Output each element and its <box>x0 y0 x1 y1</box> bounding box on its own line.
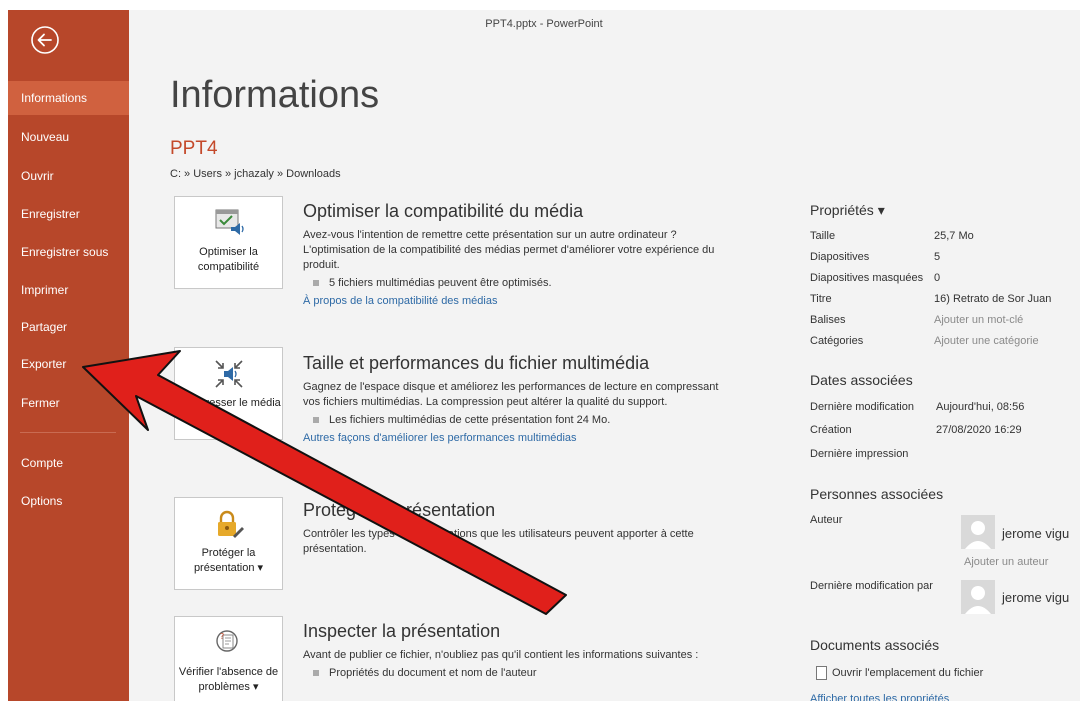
section-bullet: 5 fichiers multimédias peuvent être opti… <box>303 277 723 289</box>
author-name[interactable]: jerome vigu <box>1002 526 1069 541</box>
documents-heading: Documents associés <box>810 637 940 653</box>
backstage-sidebar: Informations Nouveau Ouvrir Enregistrer … <box>8 10 129 701</box>
check-for-issues-button[interactable]: ? Vérifier l'absence de problèmes ▾ <box>174 616 283 701</box>
section-heading: Protéger la présentation <box>303 500 496 520</box>
nav-compte[interactable]: Compte <box>8 446 129 480</box>
people-heading: Personnes associées <box>810 486 944 502</box>
section-protect: Protéger la présentation Contrôler les t… <box>303 500 723 557</box>
section-text: Contrôler les types de modifications que… <box>303 528 694 555</box>
tile-label: Optimiser la compatibilité <box>197 246 260 273</box>
section-inspect: Inspecter la présentation Avant de publi… <box>303 621 723 679</box>
section-media-size: Taille et performances du fichier multim… <box>303 353 723 444</box>
add-author-link[interactable]: Ajouter un auteur <box>964 556 1048 568</box>
optimize-compatibility-button[interactable]: Optimiser la compatibilité <box>174 196 283 289</box>
add-tag-field[interactable]: Ajouter un mot-clé <box>934 314 1023 326</box>
protect-presentation-button[interactable]: Protéger la présentation ▾ <box>174 497 283 590</box>
show-all-properties-link[interactable]: Afficher toutes les propriétés <box>810 693 949 701</box>
window-title: PPT4.pptx - PowerPoint <box>485 18 603 30</box>
section-media-compatibility: Optimiser la compatibilité du média Avez… <box>303 201 723 307</box>
document-path[interactable]: C: » Users » jchazaly » Downloads <box>170 168 341 180</box>
tile-label: Vérifier l'absence de problèmes ▾ <box>178 666 279 693</box>
section-heading: Inspecter la présentation <box>303 621 501 641</box>
page-title: Informations <box>170 74 380 116</box>
date-value: 27/08/2020 16:29 <box>936 424 1022 436</box>
nav-partager[interactable]: Partager <box>8 310 129 344</box>
media-compatibility-link[interactable]: À propos de la compatibilité des médias <box>303 295 723 307</box>
inspect-document-icon: ? <box>213 627 245 659</box>
compress-media-icon <box>213 358 245 390</box>
section-text: Avant de publier ce fichier, n'oubliez p… <box>303 649 699 661</box>
dates-heading: Dates associées <box>810 372 913 388</box>
nav-nouveau[interactable]: Nouveau <box>8 120 129 154</box>
add-category-field[interactable]: Ajouter une catégorie <box>934 335 1039 347</box>
nav-informations[interactable]: Informations <box>8 81 129 115</box>
tile-label: Protéger la présentation ▾ <box>193 547 264 574</box>
nav-imprimer[interactable]: Imprimer <box>8 273 129 307</box>
avatar <box>961 515 995 549</box>
prop-label: Balises <box>810 314 846 326</box>
avatar <box>961 580 995 614</box>
nav-fermer[interactable]: Fermer <box>8 386 129 420</box>
document-name: PPT4 <box>170 138 218 159</box>
nav-exporter[interactable]: Exporter <box>8 347 129 381</box>
section-bullet: Les fichiers multimédias de cette présen… <box>303 414 723 426</box>
nav-ouvrir[interactable]: Ouvrir <box>8 159 129 193</box>
prop-value: 25,7 Mo <box>934 230 974 242</box>
prop-title-value[interactable]: 16) Retrato de Sor Juan <box>934 293 1051 305</box>
back-arrow-icon[interactable] <box>30 25 60 55</box>
compress-media-button[interactable]: Compresser le média ▾ <box>174 347 283 440</box>
author-label: Auteur <box>810 514 843 526</box>
nav-separator <box>20 432 116 433</box>
properties-heading[interactable]: Propriétés ▾ <box>810 202 885 219</box>
nav-options[interactable]: Options <box>8 484 129 518</box>
open-file-location-link[interactable]: Ouvrir l'emplacement du fichier <box>816 666 983 680</box>
media-performance-link[interactable]: Autres façons d'améliorer les performanc… <box>303 432 723 444</box>
nav-enregistrer[interactable]: Enregistrer <box>8 197 129 231</box>
section-text: Avez-vous l'intention de remettre cette … <box>303 229 715 271</box>
section-text: Gagnez de l'espace disque et améliorez l… <box>303 381 719 408</box>
media-optimize-icon <box>213 207 245 239</box>
section-heading: Taille et performances du fichier multim… <box>303 353 650 373</box>
nav-enregistrer-sous[interactable]: Enregistrer sous <box>8 235 129 269</box>
section-heading: Optimiser la compatibilité du média <box>303 201 584 221</box>
prop-label: Catégories <box>810 335 864 347</box>
svg-text:?: ? <box>220 632 224 641</box>
prop-value: 5 <box>934 251 941 263</box>
date-label: Dernière impression <box>810 448 909 460</box>
last-modified-by-label: Dernière modification par <box>810 580 933 592</box>
tile-label: Compresser le média ▾ <box>176 397 281 424</box>
date-label: Création <box>810 424 852 436</box>
backstage-view: PPT4.pptx - PowerPoint Informations Nouv… <box>8 10 1080 701</box>
date-value: Aujourd'hui, 08:56 <box>936 401 1025 413</box>
prop-label: Diapositives masquées <box>810 272 924 284</box>
lock-icon <box>213 508 245 540</box>
last-modified-name[interactable]: jerome vigu <box>1002 590 1069 605</box>
section-bullet: Propriétés du document et nom de l'auteu… <box>303 667 723 679</box>
prop-label: Taille <box>810 230 836 242</box>
file-icon <box>816 666 827 680</box>
prop-value: 0 <box>934 272 941 284</box>
prop-label: Diapositives <box>810 251 870 263</box>
prop-label: Titre <box>810 293 832 305</box>
date-label: Dernière modification <box>810 401 914 413</box>
